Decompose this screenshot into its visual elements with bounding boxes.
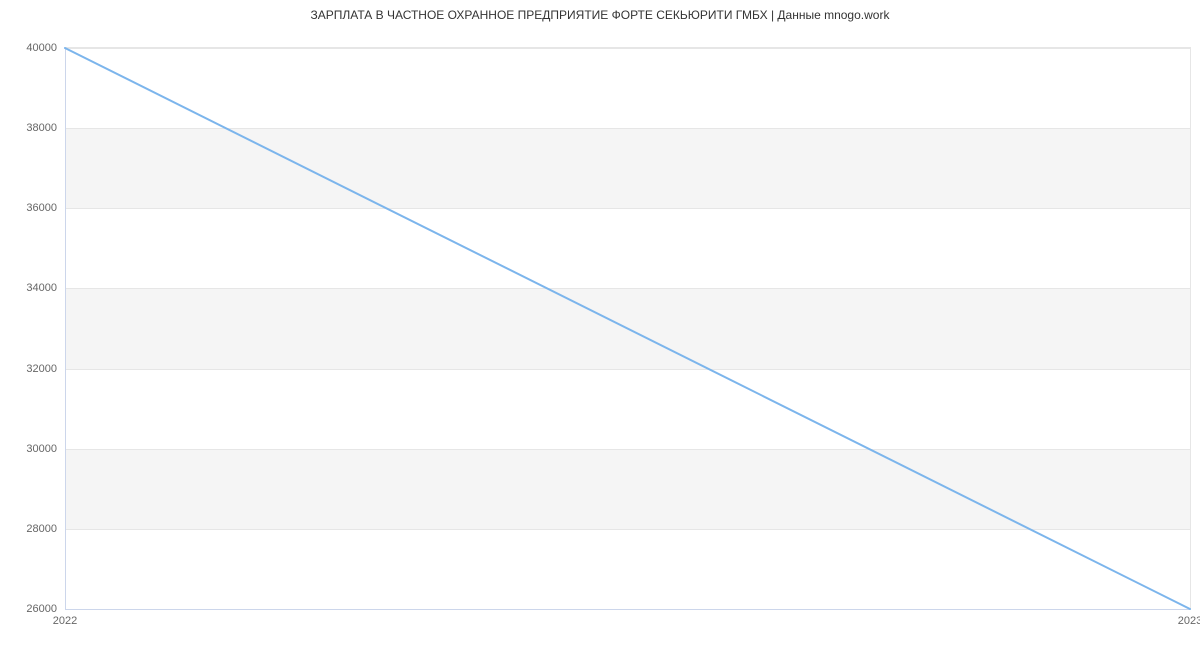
data-line xyxy=(65,48,1190,609)
x-axis-line xyxy=(65,609,1190,610)
y-tick-label: 36000 xyxy=(26,202,57,214)
y-tick-label: 30000 xyxy=(26,443,57,455)
x-tick-label: 2022 xyxy=(53,615,77,627)
y-tick-label: 32000 xyxy=(26,363,57,375)
y-tick-label: 38000 xyxy=(26,122,57,134)
y-tick-label: 28000 xyxy=(26,523,57,535)
y-tick-label: 26000 xyxy=(26,603,57,615)
y-tick-label: 40000 xyxy=(26,42,57,54)
chart-title: ЗАРПЛАТА В ЧАСТНОЕ ОХРАННОЕ ПРЕДПРИЯТИЕ … xyxy=(0,8,1200,22)
y-tick-label: 34000 xyxy=(26,282,57,294)
chart-container: ЗАРПЛАТА В ЧАСТНОЕ ОХРАННОЕ ПРЕДПРИЯТИЕ … xyxy=(0,0,1200,650)
plot-area: 2600028000300003200034000360003800040000… xyxy=(65,47,1191,609)
x-tick-label: 2023 xyxy=(1178,615,1200,627)
